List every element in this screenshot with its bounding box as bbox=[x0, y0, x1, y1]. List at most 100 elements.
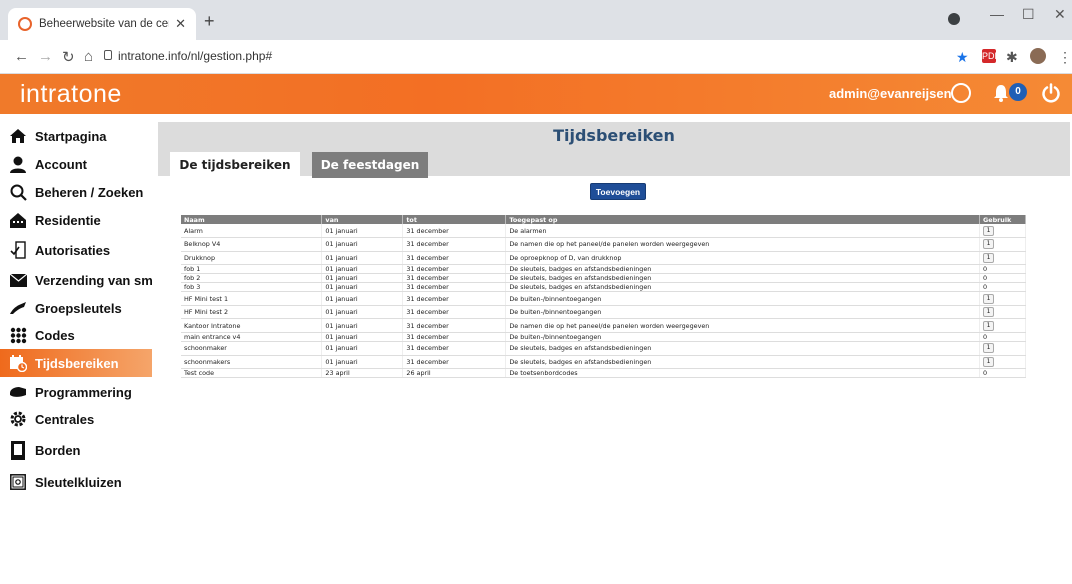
column-header-gebruik[interactable]: Gebruik bbox=[979, 215, 1027, 224]
column-header-van[interactable]: van bbox=[321, 215, 404, 224]
table-row[interactable]: HF Mini test 1 01 januari 31 december De bu… bbox=[181, 291, 1027, 306]
sidebar-item-centrales[interactable]: Centrales bbox=[0, 405, 152, 433]
cell-gebruik: 0 bbox=[979, 273, 1027, 284]
sidebar-item-programmering[interactable]: Programmering bbox=[0, 378, 152, 406]
content-tabs: De tijdsbereiken De feestdagen bbox=[158, 150, 1070, 180]
sidebar-item-borden[interactable]: Borden bbox=[0, 436, 152, 464]
url-field[interactable]: intratone.info/nl/gestion.php# bbox=[118, 49, 272, 63]
pdf-extension-icon[interactable]: PDF bbox=[982, 49, 1000, 63]
sidebar-item-sleutelkluizen[interactable]: Sleutelkluizen bbox=[0, 468, 152, 496]
cell-van: 01 januari bbox=[321, 341, 404, 356]
cell-toegepast-op: De buiten-/binnentoegangen bbox=[505, 332, 980, 343]
table-row[interactable]: schoonmakers 01 januari 31 december De sleu… bbox=[181, 355, 1027, 370]
cell-naam: Belknop V4 bbox=[181, 237, 323, 252]
column-header-naam[interactable]: Naam bbox=[181, 215, 323, 224]
sidebar-item-label: Centrales bbox=[35, 411, 95, 427]
sidebar-item-label: Codes bbox=[35, 327, 75, 343]
maximize-icon[interactable]: ☐ bbox=[1022, 6, 1035, 23]
usage-count: 0 bbox=[982, 333, 988, 342]
cell-toegepast-op: De sleutels, badges en afstandsbediening… bbox=[505, 273, 980, 284]
sidebar-item-label: Residentie bbox=[35, 212, 101, 228]
table-row[interactable]: Drukknop 01 januari 31 december De oproepkn… bbox=[181, 251, 1027, 266]
table-row[interactable]: Alarm 01 januari 31 december De alarmen 1 bbox=[181, 224, 1027, 239]
table-row[interactable]: Belknop V4 01 januari 31 december De namen … bbox=[181, 237, 1027, 252]
browser-tab[interactable]: Beheerwebsite van de centrales ✕ bbox=[8, 8, 196, 40]
sidebar-item-account[interactable]: Account bbox=[0, 150, 152, 178]
cell-van: 23 april bbox=[321, 368, 404, 379]
usage-count-button[interactable]: 1 bbox=[982, 320, 994, 331]
add-button[interactable]: Toevoegen bbox=[590, 183, 646, 200]
profile-avatar-icon[interactable] bbox=[1030, 48, 1046, 64]
forward-icon[interactable]: → bbox=[38, 48, 53, 65]
close-window-icon[interactable]: ✕ bbox=[1054, 6, 1066, 23]
sidebar-item-codes[interactable]: Codes bbox=[0, 321, 152, 349]
usage-count-button[interactable]: 1 bbox=[982, 239, 994, 250]
notification-count-badge[interactable]: 0 bbox=[1009, 83, 1027, 101]
sidebar-item-tijdsbereiken[interactable]: Tijdsbereiken bbox=[0, 349, 152, 377]
mail-icon bbox=[9, 271, 27, 289]
key-icon bbox=[9, 299, 27, 317]
new-tab-icon[interactable]: + bbox=[204, 11, 215, 32]
cell-gebruik: 1 bbox=[979, 305, 1027, 320]
intratone-logo[interactable]: intratone bbox=[20, 80, 122, 109]
cell-gebruik: 1 bbox=[979, 224, 1027, 239]
tab-tijdsbereiken[interactable]: De tijdsbereiken bbox=[170, 152, 300, 180]
authorization-icon bbox=[9, 241, 27, 259]
residence-icon bbox=[9, 211, 27, 229]
usage-count-button[interactable]: 1 bbox=[982, 252, 994, 263]
sidebar-item-beheren-zoeken[interactable]: Beheren / Zoeken bbox=[0, 178, 152, 206]
usage-count-button[interactable]: 1 bbox=[982, 293, 994, 304]
table-row[interactable]: fob 1 01 januari 31 december De sleutels, b… bbox=[181, 264, 1027, 275]
lock-icon[interactable] bbox=[104, 50, 112, 60]
reload-icon[interactable]: ↻ bbox=[62, 48, 75, 66]
column-header-tot[interactable]: tot bbox=[402, 215, 507, 224]
cell-gebruik: 1 bbox=[979, 251, 1027, 266]
username-label[interactable]: admin@evanreijsen bbox=[829, 86, 952, 101]
usage-count: 0 bbox=[982, 369, 988, 378]
sidebar-item-label: Tijdsbereiken bbox=[35, 355, 119, 371]
extensions-puzzle-icon[interactable]: ✱ bbox=[1006, 49, 1018, 66]
cell-tot: 31 december bbox=[402, 305, 507, 320]
table-row[interactable]: schoonmaker 01 januari 31 december De sleut… bbox=[181, 341, 1027, 356]
table-row[interactable]: fob 3 01 januari 31 december De sleutels, b… bbox=[181, 282, 1027, 293]
cell-tot: 31 december bbox=[402, 264, 507, 275]
cell-toegepast-op: De namen die op het paneel/de panelen wo… bbox=[505, 318, 980, 334]
cell-tot: 31 december bbox=[402, 282, 507, 293]
minimize-icon[interactable]: — bbox=[990, 6, 1004, 22]
sidebar-item-verzending-sms[interactable]: Verzending van sms bbox=[0, 266, 152, 294]
sidebar-item-autorisaties[interactable]: Autorisaties bbox=[0, 236, 152, 264]
usage-count-button[interactable]: 1 bbox=[982, 225, 994, 236]
favicon-icon bbox=[18, 17, 32, 31]
profile-indicator-icon[interactable] bbox=[948, 13, 960, 25]
table-body: Alarm 01 januari 31 december De alarmen 1 Bel… bbox=[181, 224, 1027, 379]
sidebar-item-startpagina[interactable]: Startpagina bbox=[0, 122, 152, 150]
table-row[interactable]: Test code 23 april 26 april De toetsenbordc… bbox=[181, 368, 1027, 379]
cell-tot: 31 december bbox=[402, 332, 507, 343]
browser-menu-icon[interactable]: ⋮ bbox=[1058, 49, 1072, 66]
table-row[interactable]: Kantoor Intratone 01 januari 31 december De… bbox=[181, 318, 1027, 334]
usage-count-button[interactable]: 1 bbox=[982, 307, 994, 318]
column-header-toegepast-op[interactable]: Toegepast op bbox=[505, 215, 980, 224]
sidebar-item-residentie[interactable]: Residentie bbox=[0, 206, 152, 234]
table-row[interactable]: HF Mini test 2 01 januari 31 december De bu… bbox=[181, 305, 1027, 320]
bookmark-star-icon[interactable]: ★ bbox=[956, 49, 969, 66]
bell-icon[interactable] bbox=[993, 84, 1009, 102]
sidebar-item-groepsleutels[interactable]: Groepsleutels bbox=[0, 294, 152, 322]
cell-gebruik: 1 bbox=[979, 291, 1027, 306]
usage-count-button[interactable]: 1 bbox=[982, 343, 994, 354]
home-browser-icon[interactable]: ⌂ bbox=[84, 48, 93, 65]
power-logout-icon[interactable] bbox=[1041, 83, 1061, 103]
sidebar-item-label: Groepsleutels bbox=[35, 300, 122, 316]
close-tab-icon[interactable]: ✕ bbox=[175, 16, 186, 32]
back-icon[interactable]: ← bbox=[14, 48, 29, 65]
keypad-icon bbox=[9, 326, 27, 344]
tab-feestdagen[interactable]: De feestdagen bbox=[312, 152, 428, 178]
table-row[interactable]: fob 2 01 januari 31 december De sleutels, b… bbox=[181, 273, 1027, 284]
cell-tot: 31 december bbox=[402, 224, 507, 239]
time-ranges-table: Naam van tot Toegepast op Gebruik Alarm 0… bbox=[181, 215, 1027, 379]
cell-toegepast-op: De alarmen bbox=[505, 224, 980, 239]
cell-van: 01 januari bbox=[321, 251, 404, 266]
usage-count-button[interactable]: 1 bbox=[982, 356, 994, 367]
table-row[interactable]: main entrance v4 01 januari 31 december De … bbox=[181, 332, 1027, 343]
user-account-icon[interactable] bbox=[951, 83, 971, 103]
